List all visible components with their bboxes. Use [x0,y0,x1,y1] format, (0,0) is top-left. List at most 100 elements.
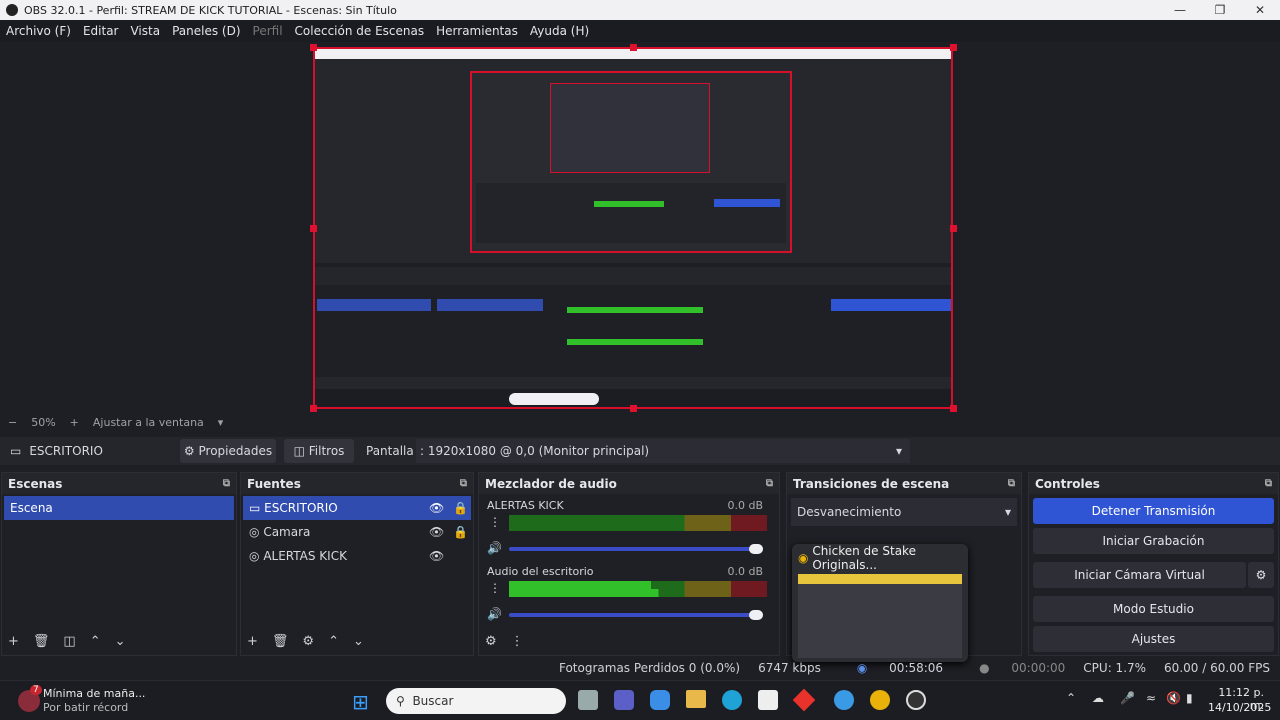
bitrate: 6747 kbps [758,661,821,675]
obs-icon[interactable] [906,690,926,710]
app-icon[interactable] [792,688,816,712]
start-virtual-camera-button[interactable]: Iniciar Cámara Virtual [1033,562,1246,588]
chevron-up-icon[interactable]: ⌃ [1066,691,1076,705]
speaker-icon[interactable]: 🔊 [487,607,502,621]
arrow-up-icon[interactable]: ⌃ [328,634,339,649]
resize-handle[interactable] [950,405,957,412]
teams-icon[interactable] [614,690,634,710]
arrow-down-icon[interactable]: ⌄ [115,634,126,649]
add-icon[interactable]: + [247,634,258,649]
status-bar: Fotogramas Perdidos 0 (0.0%) 6747 kbps ◉… [0,658,1280,678]
menu-archivo[interactable]: Archivo (F) [6,24,71,38]
mic-icon[interactable]: 🎤 [1120,691,1135,705]
weather-line1: Mínima de maña... [43,687,146,700]
studio-mode-button[interactable]: Modo Estudio [1033,596,1274,622]
window-title-bar: OBS 32.0.1 - Perfil: STREAM DE KICK TUTO… [0,0,1280,20]
float-icon[interactable]: ⧉ [1265,478,1272,489]
chrome-icon[interactable] [870,690,890,710]
store-icon[interactable] [758,690,778,710]
menu-coleccion[interactable]: Colección de Escenas [295,24,425,38]
taskbar-thumbnail-popup[interactable]: ◉ Chicken de Stake Originals... [792,544,968,662]
volume-knob[interactable] [749,610,763,620]
minimize-icon[interactable]: — [1160,0,1200,20]
transition-select[interactable]: Desvanecimiento ▾ [791,498,1017,526]
menu-editar[interactable]: Editar [83,24,119,38]
resize-handle[interactable] [950,225,957,232]
file-explorer-icon[interactable] [686,690,706,708]
resize-handle[interactable] [310,225,317,232]
gear-icon[interactable]: ⚙ [485,634,497,649]
lock-icon[interactable]: 🔒 [453,525,468,539]
source-item-camara[interactable]: ◎ Camara 👁 🔒 [243,520,471,544]
eye-icon[interactable]: 👁 [429,525,444,539]
browser-icon[interactable] [834,690,854,710]
controls-title: Controles [1035,476,1100,491]
screen-select[interactable]: : 1920x1080 @ 0,0 (Monitor principal) ▾ [416,439,910,463]
controls-dock: Controles ⧉ Detener Transmisión Iniciar G… [1028,472,1279,656]
volume-icon[interactable]: 🔇 [1166,691,1181,705]
zoom-out-button[interactable]: − [8,416,17,429]
volume-knob[interactable] [749,544,763,554]
filter-icon[interactable]: ◫ [63,634,75,649]
eye-icon[interactable]: 👁 [429,549,444,563]
float-icon[interactable]: ⧉ [460,478,467,489]
cloud-icon[interactable]: ☁ [1092,691,1104,705]
obs-logo-icon [6,4,18,16]
add-icon[interactable]: + [8,634,19,649]
menu-ayuda[interactable]: Ayuda (H) [530,24,589,38]
resize-handle[interactable] [630,44,637,51]
float-icon[interactable]: ⧉ [1008,478,1015,489]
chevron-down-icon: ▾ [895,444,902,458]
source-item-escritorio[interactable]: ▭ ESCRITORIO 👁 🔒 [243,496,471,520]
level-meter [509,523,767,531]
trash-icon[interactable]: 🗑 [33,634,50,649]
scene-item[interactable]: Escena [4,496,234,520]
zoom-fit-label[interactable]: Ajustar a la ventana [93,416,204,429]
trash-icon[interactable]: 🗑 [272,634,289,649]
speaker-icon[interactable]: 🔊 [487,541,502,555]
resize-handle[interactable] [950,44,957,51]
float-icon[interactable]: ⧉ [223,478,230,489]
stop-stream-button[interactable]: Detener Transmisión [1033,498,1274,524]
arrow-up-icon[interactable]: ⌃ [90,634,101,649]
gear-icon[interactable]: ⚙ [302,634,314,649]
display-capture-preview[interactable] [313,47,953,409]
kebab-icon[interactable]: ⋮ [489,581,501,595]
copilot-icon[interactable] [650,690,670,710]
task-view-icon[interactable] [578,690,598,710]
popup-title: Chicken de Stake Originals... [812,544,916,572]
close-icon[interactable]: ✕ [1240,0,1280,20]
resize-handle[interactable] [310,405,317,412]
settings-button[interactable]: Ajustes [1033,626,1274,652]
zoom-in-button[interactable]: + [70,416,79,429]
menu-vista[interactable]: Vista [130,24,160,38]
battery-icon[interactable]: ▮ [1186,691,1193,705]
properties-button[interactable]: ⚙ Propiedades [180,439,276,463]
restore-icon[interactable]: ❐ [1200,0,1240,20]
chevron-down-icon[interactable]: ▾ [218,416,224,429]
eye-icon[interactable]: 👁 [429,501,444,515]
filter-icon: ◫ [293,444,305,458]
float-icon[interactable]: ⧉ [766,478,773,489]
resize-handle[interactable] [630,405,637,412]
menu-perfil[interactable]: Perfil [253,24,283,38]
kebab-icon[interactable]: ⋮ [511,634,524,649]
taskbar-search[interactable]: ⚲ Buscar [386,688,566,714]
filters-button[interactable]: ◫ Filtros [284,439,354,463]
resize-handle[interactable] [310,44,317,51]
kebab-icon[interactable]: ⋮ [489,515,501,529]
arrow-down-icon[interactable]: ⌄ [353,634,364,649]
volume-slider[interactable] [509,547,759,551]
windows-start-icon[interactable]: ⊞ [352,690,369,714]
edge-icon[interactable] [722,690,742,710]
clock-date[interactable]: 14/10/2025 [1208,701,1271,714]
taskbar: 7 Mínima de maña... Por batir récord ⊞ ⚲… [0,680,1280,720]
lock-icon[interactable]: 🔒 [453,501,468,515]
source-item-alertas[interactable]: ◎ ALERTAS KICK 👁 [243,544,471,568]
volume-slider[interactable] [509,613,759,617]
wifi-icon[interactable]: ≈ [1146,691,1156,705]
gear-icon[interactable]: ⚙ [1248,562,1274,588]
start-recording-button[interactable]: Iniciar Grabación [1033,528,1274,554]
menu-herramientas[interactable]: Herramientas [436,24,518,38]
menu-paneles[interactable]: Paneles (D) [172,24,240,38]
